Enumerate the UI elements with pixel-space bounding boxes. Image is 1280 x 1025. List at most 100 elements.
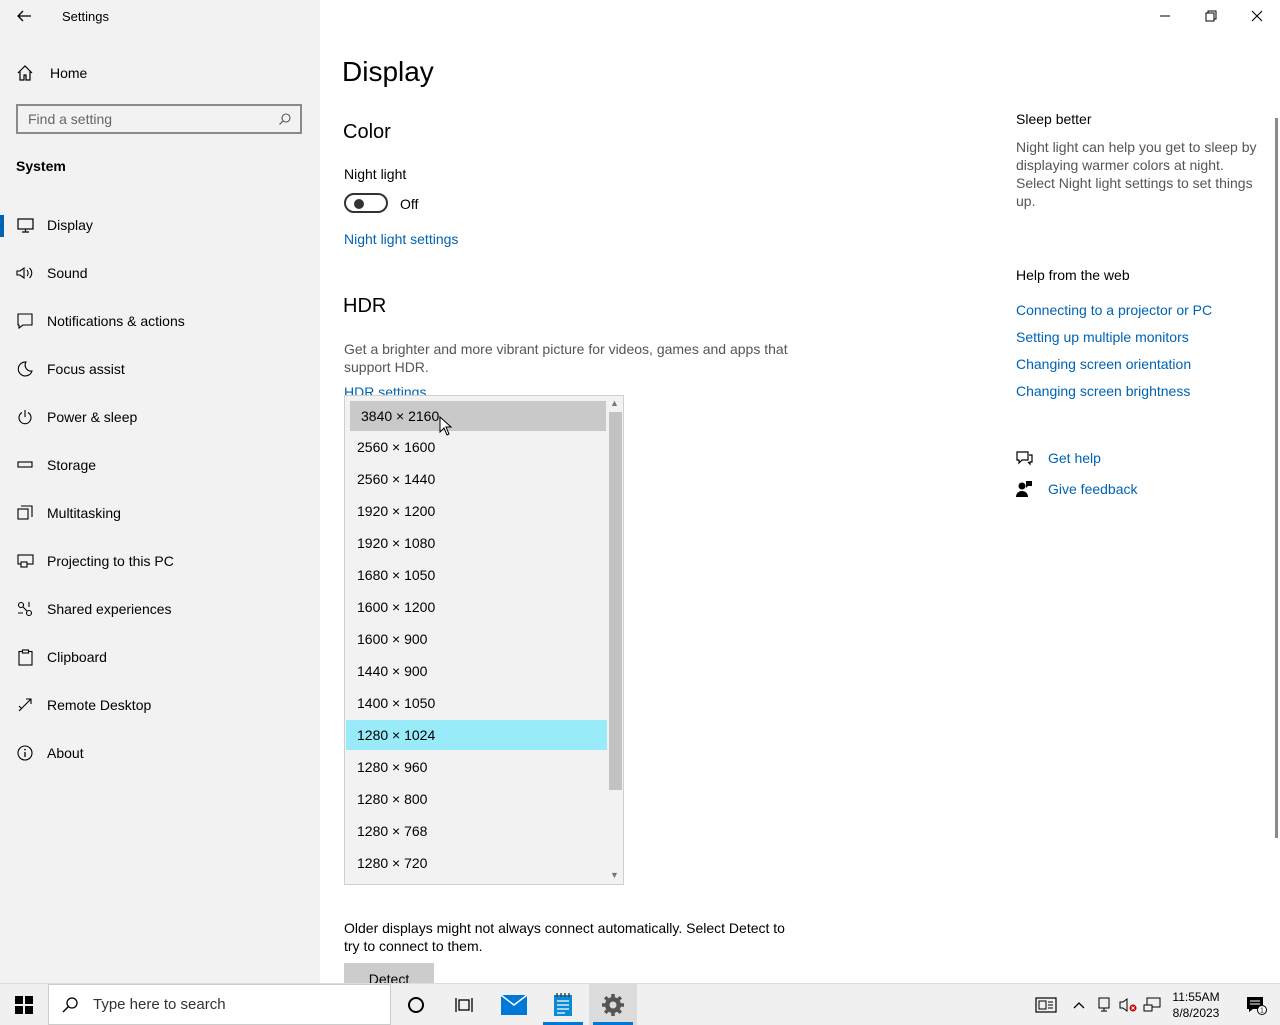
close-button[interactable] [1234,4,1280,28]
give-feedback-link[interactable]: Give feedback [1048,481,1138,497]
sidebar-item-display[interactable]: Display [0,203,320,247]
resolution-option[interactable]: 3840 × 2160 [350,401,606,431]
search-input[interactable] [18,106,268,132]
settings-app-button[interactable] [589,984,637,1025]
option-label: 1600 × 1200 [357,599,436,615]
sidebar-item-sound[interactable]: Sound [0,251,320,295]
resolution-option[interactable]: 1280 × 768 [346,816,608,846]
back-button[interactable] [12,4,36,28]
action-center-button[interactable]: 1 [1232,984,1280,1025]
scrollbar-thumb[interactable] [609,412,622,790]
resolution-option[interactable]: 1280 × 720 [346,848,608,878]
task-view-button[interactable] [440,984,488,1025]
resolution-option[interactable]: 1600 × 900 [346,624,608,654]
home-label: Home [50,65,88,81]
section-title: System [16,158,66,174]
power-icon [16,408,34,426]
resolution-option[interactable]: 1600 × 1200 [346,592,608,622]
home-nav-item[interactable]: Home [16,60,87,86]
news-icon [1035,996,1057,1013]
sidebar-item-label: About [47,745,84,761]
night-light-toggle[interactable] [344,193,388,213]
resolution-option[interactable]: 1920 × 1080 [346,528,608,558]
night-light-settings-link[interactable]: Night light settings [344,231,458,247]
taskbar-clock[interactable]: 11:55AM 8/8/2023 [1160,989,1232,1021]
search-icon [62,996,78,1012]
close-icon [1251,10,1263,22]
chevron-up-icon [1073,1001,1085,1008]
resolution-option[interactable]: 2560 × 1440 [346,464,608,494]
task-view-icon [455,997,473,1012]
sleep-better-heading: Sleep better [1016,111,1092,127]
find-setting-search[interactable] [16,104,302,134]
sidebar-item-focus-assist[interactable]: Focus assist [0,347,320,391]
dropdown-scrollbar[interactable]: ▲ ▼ [607,396,623,884]
sidebar-item-shared-experiences[interactable]: Shared experiences [0,587,320,631]
option-label: 2560 × 1600 [357,439,436,455]
option-label: 1920 × 1200 [357,503,436,519]
back-arrow-icon [17,10,31,22]
option-label: 1280 × 960 [357,759,428,775]
scroll-up-icon[interactable]: ▲ [610,398,619,408]
minimize-button[interactable] [1142,4,1188,28]
sidebar-item-notifications[interactable]: Notifications & actions [0,299,320,343]
resolution-option[interactable]: 1280 × 800 [346,784,608,814]
get-help-link[interactable]: Get help [1048,450,1101,466]
option-label: 1680 × 1050 [357,567,436,583]
notification-icon [16,312,34,330]
resolution-option[interactable]: 1920 × 1200 [346,496,608,526]
option-label: 1400 × 1050 [357,695,436,711]
mail-app-button[interactable] [490,984,538,1025]
show-hidden-icons-button[interactable] [1068,984,1090,1025]
help-link-multiple-monitors[interactable]: Setting up multiple monitors [1016,329,1189,345]
sidebar-item-projecting[interactable]: Projecting to this PC [0,539,320,583]
speaker-icon [16,264,34,282]
network-device-button[interactable] [1092,984,1116,1025]
night-light-label: Night light [344,166,407,182]
sidebar: Settings Home System Display Sound Notif… [0,0,320,983]
color-heading: Color [343,121,391,143]
taskbar-search-box[interactable]: Type here to search [48,984,391,1025]
main-scrollbar[interactable] [1275,118,1278,838]
sidebar-item-label: Storage [47,457,97,473]
option-label: 1280 × 768 [357,823,428,839]
help-link-orientation[interactable]: Changing screen orientation [1016,356,1191,372]
windows-logo-icon [15,995,33,1014]
taskbar: Type here to search 11:55AM 8/8/2023 1 [0,983,1280,1025]
help-link-projector[interactable]: Connecting to a projector or PC [1016,302,1212,318]
option-label: 1280 × 1024 [357,727,436,743]
option-label: 1280 × 800 [357,791,428,807]
sidebar-item-power-sleep[interactable]: Power & sleep [0,395,320,439]
resolution-option-selected[interactable]: 1280 × 1024 [346,720,608,750]
cortana-button[interactable] [392,984,440,1025]
sidebar-item-label: Remote Desktop [47,697,152,713]
clock-date: 8/8/2023 [1172,1006,1220,1020]
storage-icon [16,456,34,474]
sidebar-item-label: Notifications & actions [47,313,185,329]
sidebar-item-about[interactable]: About [0,731,320,775]
option-label: 2560 × 1440 [357,471,436,487]
notepad-app-button[interactable] [539,984,587,1025]
help-link-brightness[interactable]: Changing screen brightness [1016,383,1190,399]
resolution-option[interactable]: 1400 × 1050 [346,688,608,718]
resolution-option[interactable]: 1280 × 960 [346,752,608,782]
clipboard-icon [16,648,34,666]
hdr-description: Get a brighter and more vibrant picture … [344,341,788,375]
sidebar-item-multitasking[interactable]: Multitasking [0,491,320,535]
news-widget-button[interactable] [1022,984,1070,1025]
resolution-option[interactable]: 2560 × 1600 [346,432,608,462]
sidebar-item-clipboard[interactable]: Clipboard [0,635,320,679]
notification-center-icon: 1 [1247,996,1267,1015]
option-label: 1920 × 1080 [357,535,436,551]
resolution-dropdown-list[interactable]: 3840 × 2160 2560 × 1600 2560 × 1440 1920… [344,395,624,885]
page-title: Display [342,56,434,87]
restore-button[interactable] [1188,4,1234,28]
sleep-better-text: Night light can help you get to sleep by… [1016,139,1257,209]
volume-button[interactable] [1116,984,1140,1025]
resolution-option[interactable]: 1680 × 1050 [346,560,608,590]
resolution-option[interactable]: 1440 × 900 [346,656,608,686]
start-button[interactable] [0,984,48,1025]
sidebar-item-storage[interactable]: Storage [0,443,320,487]
scroll-down-icon[interactable]: ▼ [610,870,619,880]
sidebar-item-remote-desktop[interactable]: Remote Desktop [0,683,320,727]
